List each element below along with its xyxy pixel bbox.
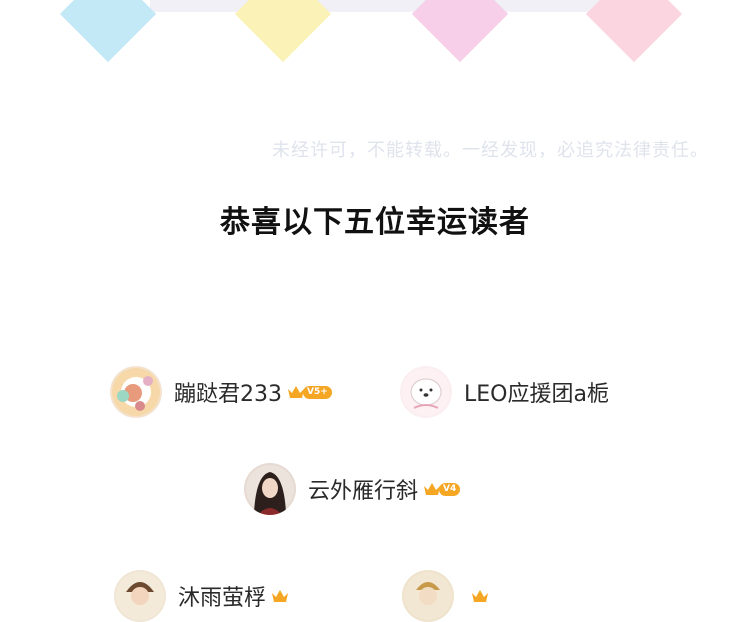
- crown-icon: [472, 590, 488, 602]
- page-title: 恭喜以下五位幸运读者: [220, 205, 530, 240]
- reader-name: 蹦跶君233: [174, 382, 282, 407]
- reader-name: LEO应援团a栀: [464, 382, 609, 407]
- crown-icon: [272, 590, 289, 602]
- top-decor-bar: [150, 0, 620, 12]
- vip-level: V4: [439, 482, 461, 496]
- decor-diamond-yellow: [234, 0, 332, 63]
- avatar[interactable]: [114, 570, 166, 622]
- vip-badge: [271, 588, 289, 604]
- reader-item[interactable]: 蹦跶君233 V5+: [110, 366, 332, 418]
- reader-name: 沐雨萤桴: [178, 586, 267, 611]
- vip-badge: [471, 588, 489, 604]
- avatar[interactable]: [400, 366, 452, 418]
- reader-item[interactable]: LEO应援团a栀: [400, 366, 609, 418]
- avatar[interactable]: [402, 570, 454, 622]
- decor-diamond-blue: [59, 0, 157, 63]
- decor-diamond-rose: [585, 0, 683, 63]
- vip-badge: V5+: [287, 384, 332, 400]
- reader-item[interactable]: [402, 570, 489, 622]
- decor-diamond-pink: [411, 0, 509, 63]
- reader-name: 云外雁行斜: [308, 479, 419, 504]
- avatar[interactable]: [244, 463, 296, 515]
- reader-item[interactable]: 云外雁行斜 V4: [244, 463, 461, 515]
- vip-level: V5+: [303, 385, 332, 399]
- vip-badge: V4: [423, 481, 461, 497]
- avatar[interactable]: [110, 366, 162, 418]
- reader-item[interactable]: 沐雨萤桴: [114, 570, 289, 622]
- copyright-watermark: 未经许可，不能转载。一经发现，必追究法律责任。: [272, 140, 709, 161]
